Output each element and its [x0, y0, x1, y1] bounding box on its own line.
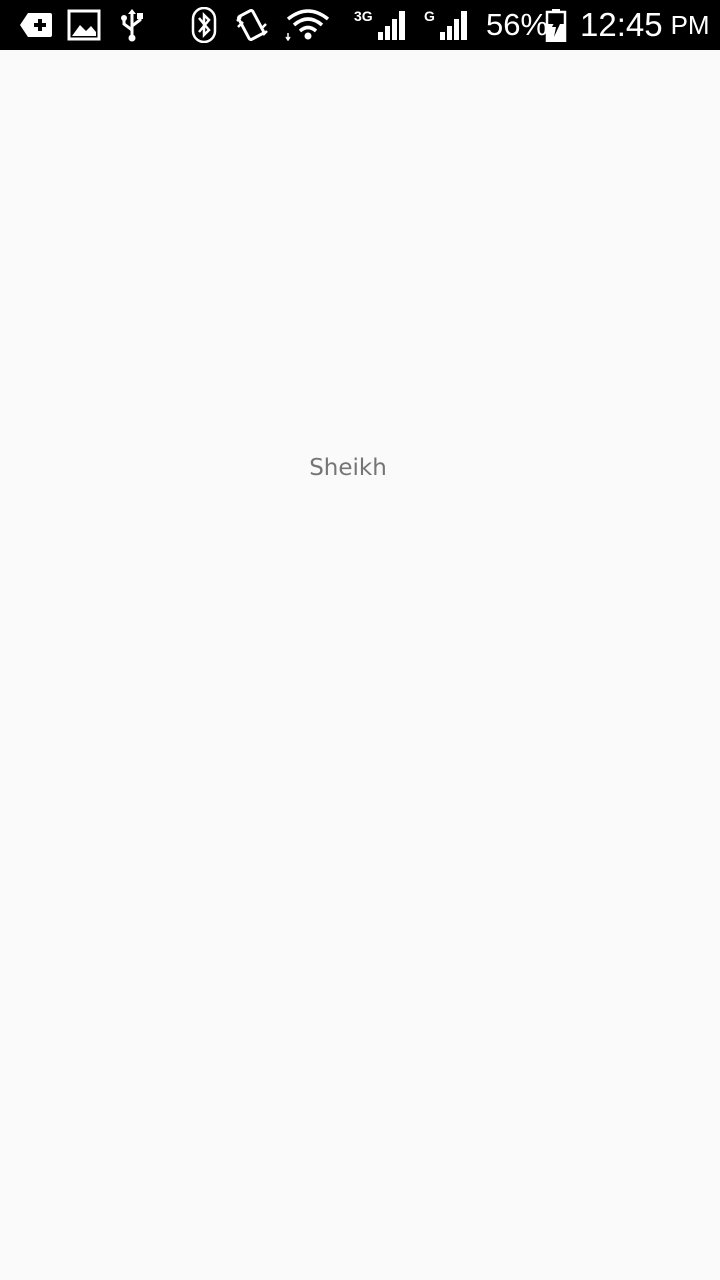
usb-icon [116, 0, 148, 50]
clock: 12:45 PM [580, 0, 710, 50]
battery-percent: 56% [486, 7, 549, 42]
signal-g-icon: G [420, 0, 474, 50]
clock-time: 12:45 [580, 6, 663, 43]
battery-charging-icon [544, 0, 568, 50]
vibrate-icon [234, 0, 270, 50]
signal-3g-icon: 3G [352, 0, 410, 50]
center-text-label: Sheikh [309, 455, 387, 481]
clock-ampm: PM [670, 9, 710, 40]
status-bar: 3G G 56% 12:45 PM [0, 0, 720, 50]
image-notification-icon [66, 0, 102, 50]
notification-add-icon [18, 0, 54, 50]
main-content: Sheikh [0, 50, 720, 1280]
bluetooth-icon [190, 0, 218, 50]
wifi-icon [284, 0, 332, 50]
